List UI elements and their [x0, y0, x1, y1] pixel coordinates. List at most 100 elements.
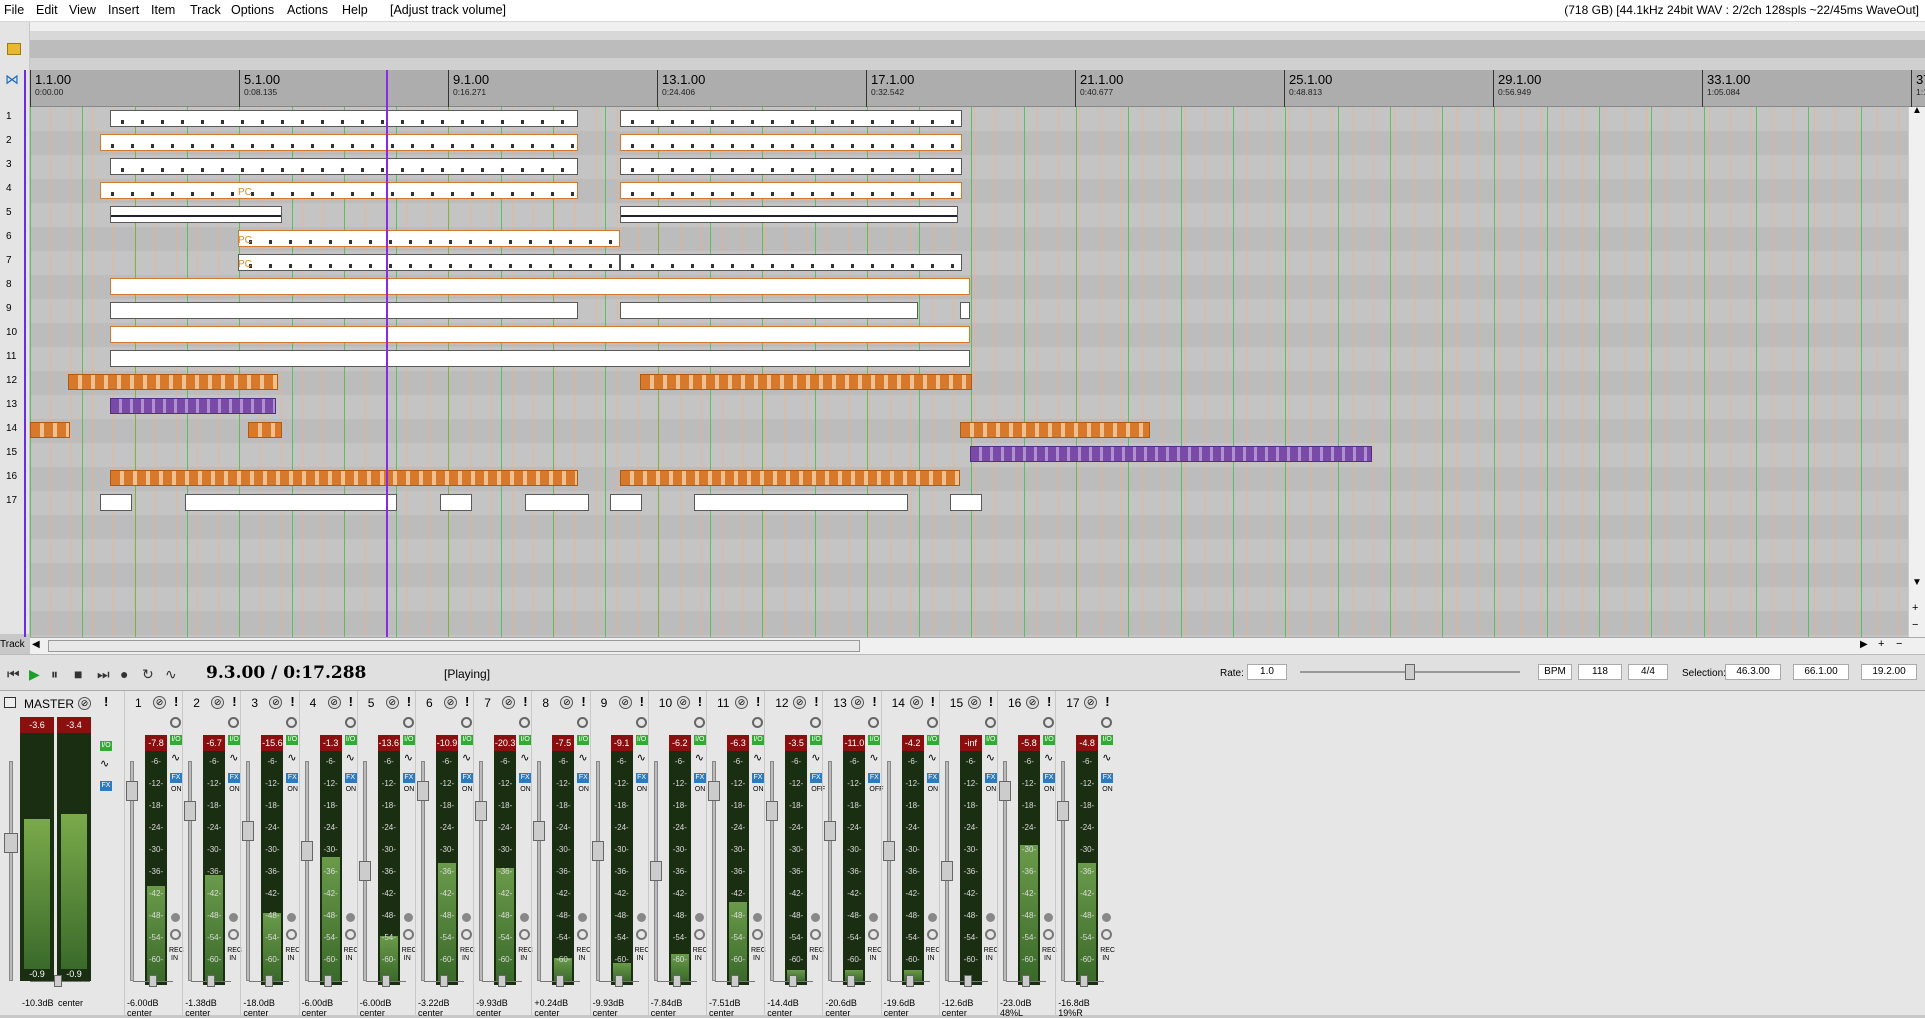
go-to-end-icon[interactable]: ⏭ — [97, 666, 110, 683]
rate-slider-thumb[interactable] — [1405, 664, 1415, 680]
io-button[interactable]: I/O — [286, 735, 299, 745]
input-icon[interactable] — [402, 929, 414, 940]
time-position[interactable]: 9.3.00 / 0:17.288 — [206, 663, 366, 683]
io-button[interactable]: I/O — [170, 735, 182, 745]
loop-toggle-icon[interactable]: ⋈ — [5, 72, 23, 86]
track-number[interactable]: 7 — [6, 255, 12, 266]
media-item[interactable] — [185, 494, 397, 511]
alert-icon[interactable]: ! — [640, 694, 644, 709]
selection-length[interactable]: 19.2.00 — [1861, 664, 1917, 680]
pause-icon[interactable]: ⏸ — [51, 666, 58, 683]
automation-icon[interactable]: ∿ — [637, 751, 646, 764]
monitor-icon[interactable] — [985, 913, 995, 922]
automation-icon[interactable]: ∿ — [346, 751, 355, 764]
scroll-right-icon[interactable]: ▶ — [1860, 639, 1868, 650]
alert-icon[interactable]: ! — [581, 694, 585, 709]
media-item[interactable] — [238, 254, 620, 271]
automation-icon[interactable]: ∿ — [171, 751, 180, 764]
fader-thumb[interactable] — [533, 821, 546, 841]
io-button[interactable]: I/O — [344, 735, 357, 745]
marker-lane[interactable] — [30, 22, 1925, 70]
fx-button[interactable]: FX — [984, 773, 997, 783]
automation-icon[interactable]: ∿ — [928, 751, 937, 764]
monitor-icon[interactable] — [229, 913, 239, 922]
phase-icon[interactable]: ⊘ — [153, 696, 166, 709]
input-icon[interactable] — [170, 929, 181, 940]
fx-button[interactable]: FX — [1101, 773, 1114, 783]
fx-button[interactable]: FX — [461, 773, 473, 783]
pan-thumb[interactable] — [905, 975, 914, 987]
fader-thumb[interactable] — [1057, 801, 1070, 821]
fader-thumb[interactable] — [300, 841, 313, 861]
track-number[interactable]: 14 — [6, 423, 17, 434]
monitor-icon[interactable] — [171, 913, 180, 922]
pan-thumb[interactable] — [440, 975, 448, 987]
pan-thumb[interactable] — [1080, 975, 1089, 987]
pan-thumb[interactable] — [207, 975, 216, 987]
fx-button[interactable]: FX — [810, 773, 823, 783]
fx-button[interactable]: FX — [577, 773, 590, 783]
folder-icon[interactable] — [7, 43, 21, 55]
media-item[interactable] — [110, 302, 578, 319]
track-number[interactable]: 4 — [6, 183, 12, 194]
automation-icon[interactable]: ∿ — [462, 751, 471, 764]
fx-button[interactable]: FX — [1043, 773, 1055, 783]
input-icon[interactable] — [752, 929, 763, 940]
volume-fader[interactable] — [828, 761, 833, 981]
monitor-icon[interactable] — [636, 913, 646, 922]
record-arm-icon[interactable] — [926, 717, 938, 728]
media-item[interactable] — [620, 302, 918, 319]
record-arm-icon[interactable] — [170, 717, 181, 728]
selection-end[interactable]: 66.1.00 — [1793, 664, 1849, 680]
fader-thumb[interactable] — [766, 801, 779, 821]
menu-view[interactable]: View — [69, 3, 96, 17]
alert-icon[interactable]: ! — [989, 694, 993, 709]
menu-options[interactable]: Options — [231, 3, 274, 17]
phase-icon[interactable]: ⊘ — [1026, 696, 1039, 709]
media-item[interactable] — [960, 302, 970, 319]
pan-thumb[interactable] — [789, 975, 798, 987]
alert-icon[interactable]: ! — [872, 694, 876, 709]
monitor-icon[interactable] — [694, 913, 704, 922]
pan-thumb[interactable] — [498, 975, 507, 987]
fx-button[interactable]: FX — [170, 773, 182, 783]
record-arm-icon[interactable] — [286, 717, 298, 728]
volume-fader[interactable] — [188, 761, 193, 981]
automation-icon[interactable]: ∿ — [869, 751, 878, 764]
monitor-icon[interactable] — [462, 913, 471, 922]
io-button[interactable]: I/O — [984, 735, 997, 745]
record-arm-icon[interactable] — [402, 717, 414, 728]
io-button[interactable]: I/O — [1101, 735, 1114, 745]
volume-fader[interactable] — [537, 761, 542, 981]
phase-icon[interactable]: ⊘ — [851, 696, 865, 709]
scroll-left-icon[interactable]: ◀ — [32, 639, 40, 650]
monitor-icon[interactable] — [811, 913, 821, 922]
automation-icon[interactable]: ∿ — [520, 751, 529, 764]
fader-thumb[interactable] — [358, 861, 371, 881]
alert-icon[interactable]: ! — [698, 694, 702, 709]
phase-icon[interactable]: ⊘ — [211, 696, 225, 709]
monitor-icon[interactable] — [403, 913, 413, 922]
hzoom-out-icon[interactable]: − — [1896, 638, 1902, 650]
monitor-icon[interactable] — [869, 913, 879, 922]
input-icon[interactable] — [519, 929, 531, 940]
record-arm-icon[interactable] — [752, 717, 763, 728]
record-arm-icon[interactable] — [519, 717, 531, 728]
master-fx-button[interactable]: FX — [100, 781, 112, 791]
record-arm-icon[interactable] — [228, 717, 240, 728]
pan-thumb[interactable] — [731, 975, 739, 987]
automation-icon[interactable]: ∿ — [753, 751, 762, 764]
pan-thumb[interactable] — [149, 975, 157, 987]
automation-icon[interactable]: ∿ — [1044, 751, 1053, 764]
playhead-cursor[interactable] — [386, 70, 388, 637]
zoom-in-icon[interactable]: + — [1912, 602, 1918, 614]
repeat-icon[interactable]: ↻ — [142, 666, 154, 683]
phase-icon[interactable]: ⊘ — [676, 696, 690, 709]
media-item[interactable] — [694, 494, 908, 511]
fx-button[interactable]: FX — [344, 773, 357, 783]
io-button[interactable]: I/O — [1043, 735, 1055, 745]
phase-icon[interactable]: ⊘ — [560, 696, 574, 709]
automation-icon[interactable]: ∿ — [986, 751, 995, 764]
record-arm-icon[interactable] — [1101, 717, 1113, 728]
track-number[interactable]: 9 — [6, 303, 12, 314]
